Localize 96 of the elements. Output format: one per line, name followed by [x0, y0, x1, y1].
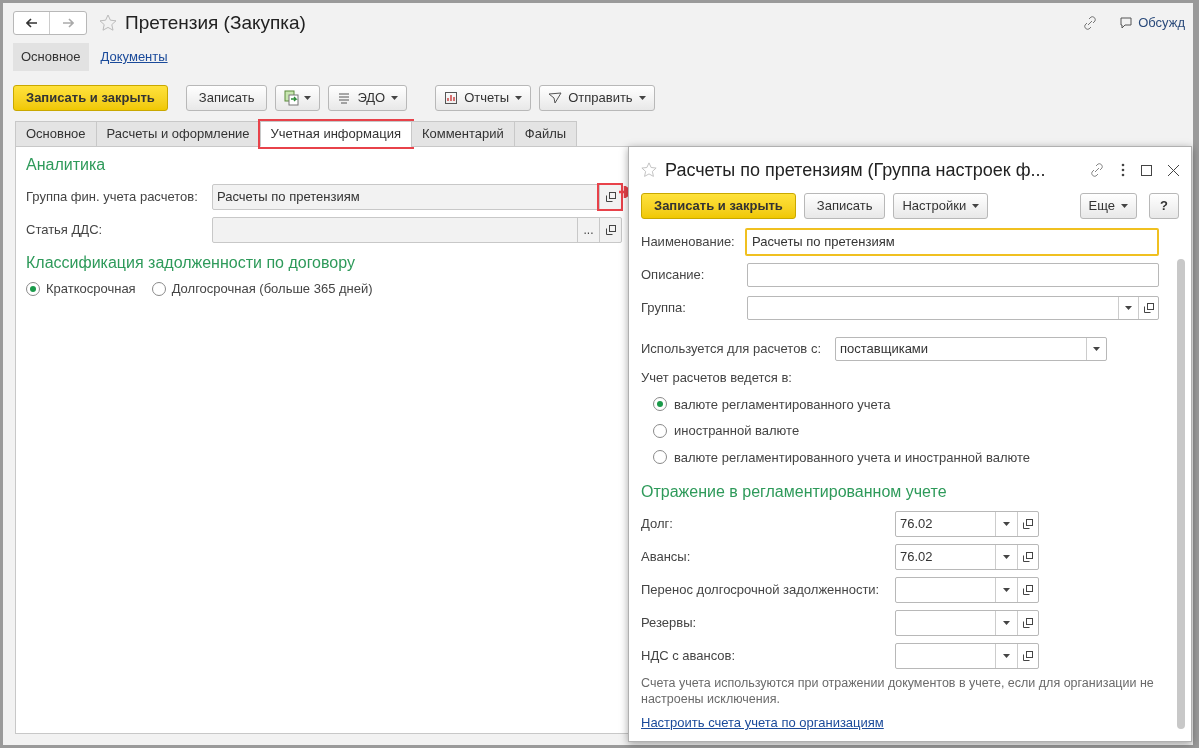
field-label: Группа:	[641, 299, 687, 318]
field-label: Используется для расчетов с:	[641, 340, 822, 359]
save-and-close-button[interactable]: Записать и закрыть	[641, 193, 796, 219]
caret-icon	[1003, 621, 1010, 625]
select-button[interactable]: ...	[577, 218, 599, 242]
document-menu-button[interactable]	[275, 85, 321, 111]
radio-button[interactable]	[26, 281, 40, 296]
settings-link[interactable]: Настроить счета учета по организациям	[641, 713, 1159, 733]
caret-icon	[1121, 204, 1128, 208]
open-window-icon	[1143, 303, 1154, 313]
radio-label: Краткосрочная	[46, 280, 136, 298]
account-field[interactable]: 76.02	[895, 511, 1039, 537]
open-button[interactable]	[599, 185, 621, 209]
field-label: Авансы:	[641, 548, 692, 567]
tab[interactable]: Основное	[15, 121, 97, 147]
caret-icon	[1003, 555, 1010, 559]
link-icon[interactable]	[1082, 15, 1099, 31]
field-label: НДС с авансов:	[641, 647, 737, 666]
star-icon[interactable]	[99, 14, 117, 32]
back-arrow-icon	[25, 18, 38, 28]
menu-button[interactable]: ЭДО	[328, 85, 408, 111]
menu-button[interactable]: Отправить	[539, 85, 655, 111]
open-window-icon	[1023, 552, 1033, 562]
link-icon[interactable]	[1089, 162, 1105, 178]
section-heading: Классификация задолженности по договору	[26, 254, 355, 271]
section-heading: Отражение в регламентированном учете	[641, 482, 948, 502]
help-button[interactable]: ?	[1149, 193, 1179, 219]
input-field[interactable]: ...	[212, 217, 622, 243]
radio-label: валюте регламентированного учета и иностранной валюте	[674, 448, 1031, 467]
input-field[interactable]	[747, 263, 1159, 287]
tab[interactable]: Комментарий	[410, 121, 515, 147]
save-button[interactable]: Записать	[185, 85, 268, 111]
forward-arrow-icon	[62, 18, 74, 28]
caret-icon	[972, 204, 980, 208]
caret-icon	[1125, 306, 1132, 310]
radio-label: валюте регламентированного учета	[674, 395, 891, 414]
menu-button[interactable]: Отчеты	[435, 85, 532, 111]
page-tab[interactable]: Основное	[13, 43, 89, 71]
input-field[interactable]: Расчеты по претензиям	[212, 184, 622, 210]
field-label: Группа фин. учета расчетов:	[26, 188, 199, 207]
discussion-link[interactable]: Обсужд	[1138, 13, 1185, 33]
open-window-icon	[605, 225, 616, 235]
report-icon	[444, 91, 459, 105]
field-label: Описание:	[641, 266, 706, 285]
open-window-icon	[1023, 519, 1033, 529]
account-field[interactable]	[895, 577, 1039, 603]
close-icon[interactable]	[1168, 164, 1179, 176]
radio-label: иностранной валюте	[674, 422, 800, 440]
account-field[interactable]	[895, 643, 1039, 669]
caret-icon	[638, 96, 646, 100]
star-icon[interactable]	[641, 162, 657, 178]
radio-button[interactable]	[653, 423, 667, 438]
select-field[interactable]: поставщиками	[835, 337, 1107, 361]
name-field[interactable]: Расчеты по претензиям	[745, 228, 1159, 256]
field-label: Учет расчетов ведется в:	[641, 369, 793, 387]
caret-icon	[1003, 654, 1010, 658]
list-icon	[337, 91, 352, 105]
account-field[interactable]: 76.02	[895, 544, 1039, 570]
select-field[interactable]	[747, 296, 1159, 320]
tab[interactable]: Учетная информация	[259, 121, 412, 147]
send-icon	[548, 91, 563, 105]
dialog-title: Расчеты по претензиям (Группа настроек ф...	[665, 158, 1046, 182]
caret-icon	[304, 96, 312, 100]
caret-icon	[1003, 522, 1010, 526]
account-field[interactable]	[895, 610, 1039, 636]
field-label: Статья ДДС:	[26, 221, 104, 240]
menu-button[interactable]: Настройки	[893, 193, 989, 219]
section-heading: Аналитика	[26, 156, 106, 173]
open-window-icon	[1023, 618, 1033, 628]
maximize-icon[interactable]	[1141, 164, 1152, 176]
field-label: Наименование:	[641, 233, 736, 252]
field-label: Резервы:	[641, 614, 698, 633]
note-text: Счета учета используются при отражении документов в учете, если для организации не настроены исключения.	[641, 675, 1155, 707]
page-tab[interactable]: Документы	[96, 43, 172, 71]
tab[interactable]: Файлы	[513, 121, 578, 147]
save-and-close-button[interactable]: Записать и закрыть	[13, 85, 168, 111]
caret-icon	[1003, 588, 1010, 592]
more-icon[interactable]	[1121, 163, 1125, 177]
caret-icon	[1093, 347, 1100, 351]
radio-button[interactable]	[653, 397, 667, 412]
field-label: Долг:	[641, 515, 674, 534]
caret-icon	[515, 96, 523, 100]
tab[interactable]: Расчеты и оформление	[95, 121, 261, 147]
more-menu-button[interactable]: Еще	[1079, 193, 1137, 219]
documents-icon	[284, 90, 301, 106]
save-button[interactable]: Записать	[803, 193, 886, 219]
radio-button[interactable]	[151, 281, 166, 296]
chat-icon	[1118, 15, 1135, 31]
open-window-icon	[605, 192, 616, 202]
open-window-icon	[1023, 585, 1033, 595]
caret-icon	[391, 96, 399, 100]
field-label: Перенос долгосрочной задолженности:	[641, 581, 881, 600]
radio-label: Долгосрочная (больше 365 дней)	[171, 280, 373, 298]
window-title: Претензия (Закупка)	[125, 10, 306, 35]
open-window-icon	[1023, 651, 1033, 661]
radio-button[interactable]	[653, 450, 667, 465]
